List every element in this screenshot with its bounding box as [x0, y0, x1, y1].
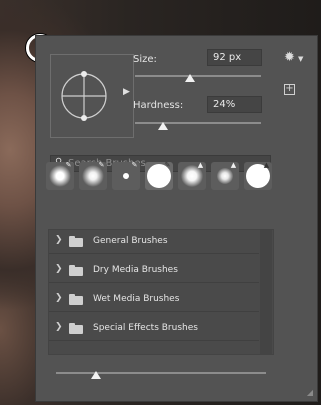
folder-icon [69, 265, 83, 276]
brush-group-label: General Brushes [93, 236, 168, 246]
hardness-field[interactable]: 24% [207, 96, 262, 113]
preview-size-slider-thumb[interactable] [91, 371, 101, 379]
brush-group-list: ❯ General Brushes ❯ Dry Media Brushes ❯ … [48, 229, 274, 355]
brush-badge-icon: ▲ [197, 161, 204, 169]
brush-group-row[interactable]: ❯ Dry Media Brushes [49, 259, 259, 283]
chevron-right-icon[interactable]: ❯ [55, 235, 63, 245]
brush-tip[interactable]: ✎ [145, 161, 173, 190]
folder-icon [69, 236, 83, 247]
brush-angle-preview[interactable]: ▶ [50, 54, 134, 138]
list-scrollbar[interactable] [260, 230, 272, 354]
hardness-label: Hardness: [133, 100, 184, 111]
chevron-right-icon[interactable]: ❯ [55, 322, 63, 332]
brush-tip[interactable]: ▲ [178, 161, 206, 190]
gear-icon[interactable]: ✹ [284, 50, 295, 65]
brush-tip[interactable]: ✎ [112, 161, 140, 190]
caret-down-icon: ▼ [298, 55, 304, 63]
size-slider-track[interactable] [135, 75, 261, 77]
hardness-slider-thumb[interactable] [158, 122, 168, 130]
folder-icon [69, 323, 83, 334]
preview-size-slider-track[interactable] [56, 372, 266, 374]
hardness-slider-track[interactable] [135, 122, 261, 124]
brush-tip[interactable]: ✎ [46, 161, 74, 190]
brush-group-label: Special Effects Brushes [93, 323, 198, 333]
plus-icon[interactable]: + [284, 84, 295, 95]
size-slider-thumb[interactable] [185, 74, 195, 82]
brush-badge-icon: ▲ [263, 161, 270, 169]
brush-angle-graphic [61, 71, 107, 121]
brush-badge-icon: ▲ [230, 161, 237, 169]
brush-tip[interactable]: ✎ [79, 161, 107, 190]
size-label: Size: [133, 54, 157, 65]
brush-tip[interactable]: ▲ [211, 161, 239, 190]
pencil-badge-icon: ✎ [164, 161, 171, 169]
pencil-badge-icon: ✎ [131, 161, 138, 169]
brush-preset-picker: ▶ Size: 92 px Hardness: 24% ✹ ▼ + ⚲ ✎ ✎ … [35, 35, 318, 402]
brush-group-row[interactable]: ❯ General Brushes [49, 230, 259, 254]
brush-group-row[interactable]: ❯ Wet Media Brushes [49, 288, 259, 312]
brush-group-row[interactable]: ❯ Special Effects Brushes [49, 317, 259, 341]
size-field[interactable]: 92 px [207, 49, 262, 66]
chevron-right-icon[interactable]: ❯ [55, 293, 63, 303]
folder-icon [69, 294, 83, 305]
pencil-badge-icon: ✎ [98, 161, 105, 169]
brush-group-label: Dry Media Brushes [93, 265, 178, 275]
brush-group-label: Wet Media Brushes [93, 294, 180, 304]
brush-tip[interactable]: ▲ [244, 161, 272, 190]
pencil-badge-icon: ✎ [65, 161, 72, 169]
recent-brush-tips: ✎ ✎ ✎ ✎ ▲ ▲ ▲ [46, 161, 274, 198]
resize-grip-icon[interactable]: ◢ [307, 388, 313, 397]
angle-arrow-icon: ▶ [123, 87, 130, 97]
chevron-right-icon[interactable]: ❯ [55, 264, 63, 274]
